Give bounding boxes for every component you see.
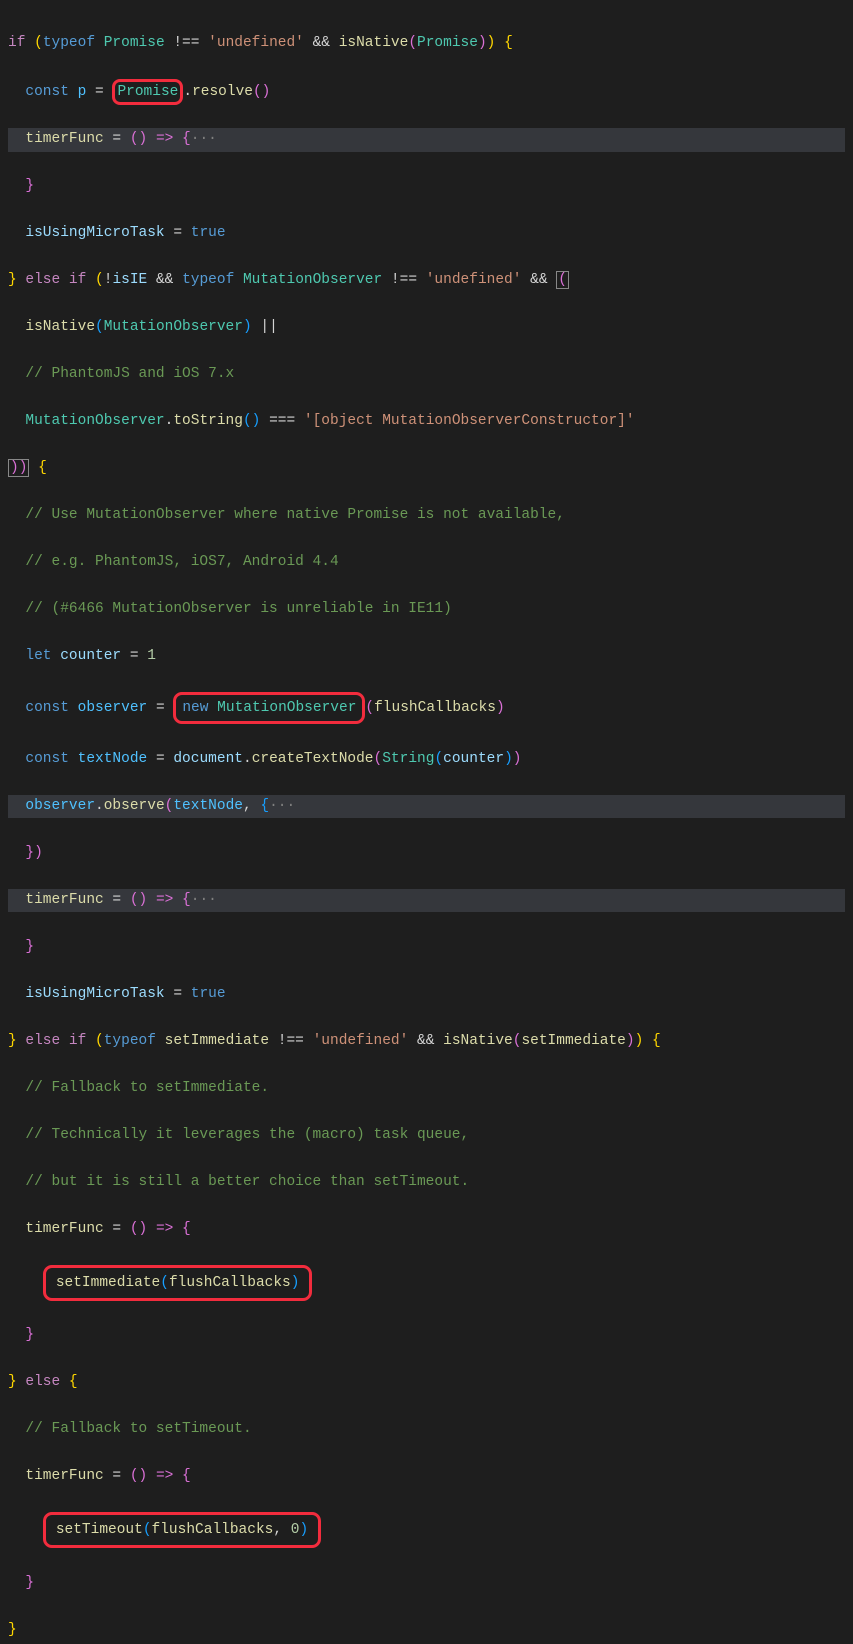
code-line: }: [8, 1572, 845, 1596]
code-line: setImmediate(flushCallbacks): [8, 1265, 845, 1301]
code-line: MutationObserver.toString() === '[object…: [8, 410, 845, 434]
code-line: isUsingMicroTask = true: [8, 983, 845, 1007]
code-line: isUsingMicroTask = true: [8, 222, 845, 246]
code-line: // but it is still a better choice than …: [8, 1171, 845, 1195]
code-line: if (typeof Promise !== 'undefined' && is…: [8, 32, 845, 56]
code-line: timerFunc = () => {: [8, 1465, 845, 1489]
code-line: }: [8, 1324, 845, 1348]
code-line: const textNode = document.createTextNode…: [8, 748, 845, 772]
code-line: let counter = 1: [8, 645, 845, 669]
code-line: // (#6466 MutationObserver is unreliable…: [8, 598, 845, 622]
code-line: // e.g. PhantomJS, iOS7, Android 4.4: [8, 551, 845, 575]
code-line-folded[interactable]: observer.observe(textNode, {···: [8, 795, 845, 819]
code-line: } else if (!isIE && typeof MutationObser…: [8, 269, 845, 293]
code-line: // PhantomJS and iOS 7.x: [8, 363, 845, 387]
code-line: } else {: [8, 1371, 845, 1395]
code-line: setTimeout(flushCallbacks, 0): [8, 1512, 845, 1548]
code-line: // Use MutationObserver where native Pro…: [8, 504, 845, 528]
code-line-folded[interactable]: timerFunc = () => {···: [8, 128, 845, 152]
code-line: timerFunc = () => {: [8, 1218, 845, 1242]
highlight-settimeout: setTimeout(flushCallbacks, 0): [43, 1512, 321, 1548]
highlight-promise: Promise: [112, 79, 183, 105]
code-line: } else if (typeof setImmediate !== 'unde…: [8, 1030, 845, 1054]
code-line: // Fallback to setImmediate.: [8, 1077, 845, 1101]
code-line: }: [8, 936, 845, 960]
code-line: }: [8, 175, 845, 199]
code-line: isNative(MutationObserver) ||: [8, 316, 845, 340]
highlight-mutation-observer: new MutationObserver: [173, 692, 365, 724]
highlight-setimmediate: setImmediate(flushCallbacks): [43, 1265, 313, 1301]
code-editor[interactable]: if (typeof Promise !== 'undefined' && is…: [0, 0, 853, 1644]
code-line: }: [8, 1619, 845, 1643]
code-line: const p = Promise.resolve(): [8, 79, 845, 105]
code-line-folded[interactable]: timerFunc = () => {···: [8, 889, 845, 913]
code-line: )) {: [8, 457, 845, 481]
code-line: // Technically it leverages the (macro) …: [8, 1124, 845, 1148]
code-line: }): [8, 842, 845, 866]
code-line: const observer = new MutationObserver(fl…: [8, 692, 845, 724]
code-line: // Fallback to setTimeout.: [8, 1418, 845, 1442]
